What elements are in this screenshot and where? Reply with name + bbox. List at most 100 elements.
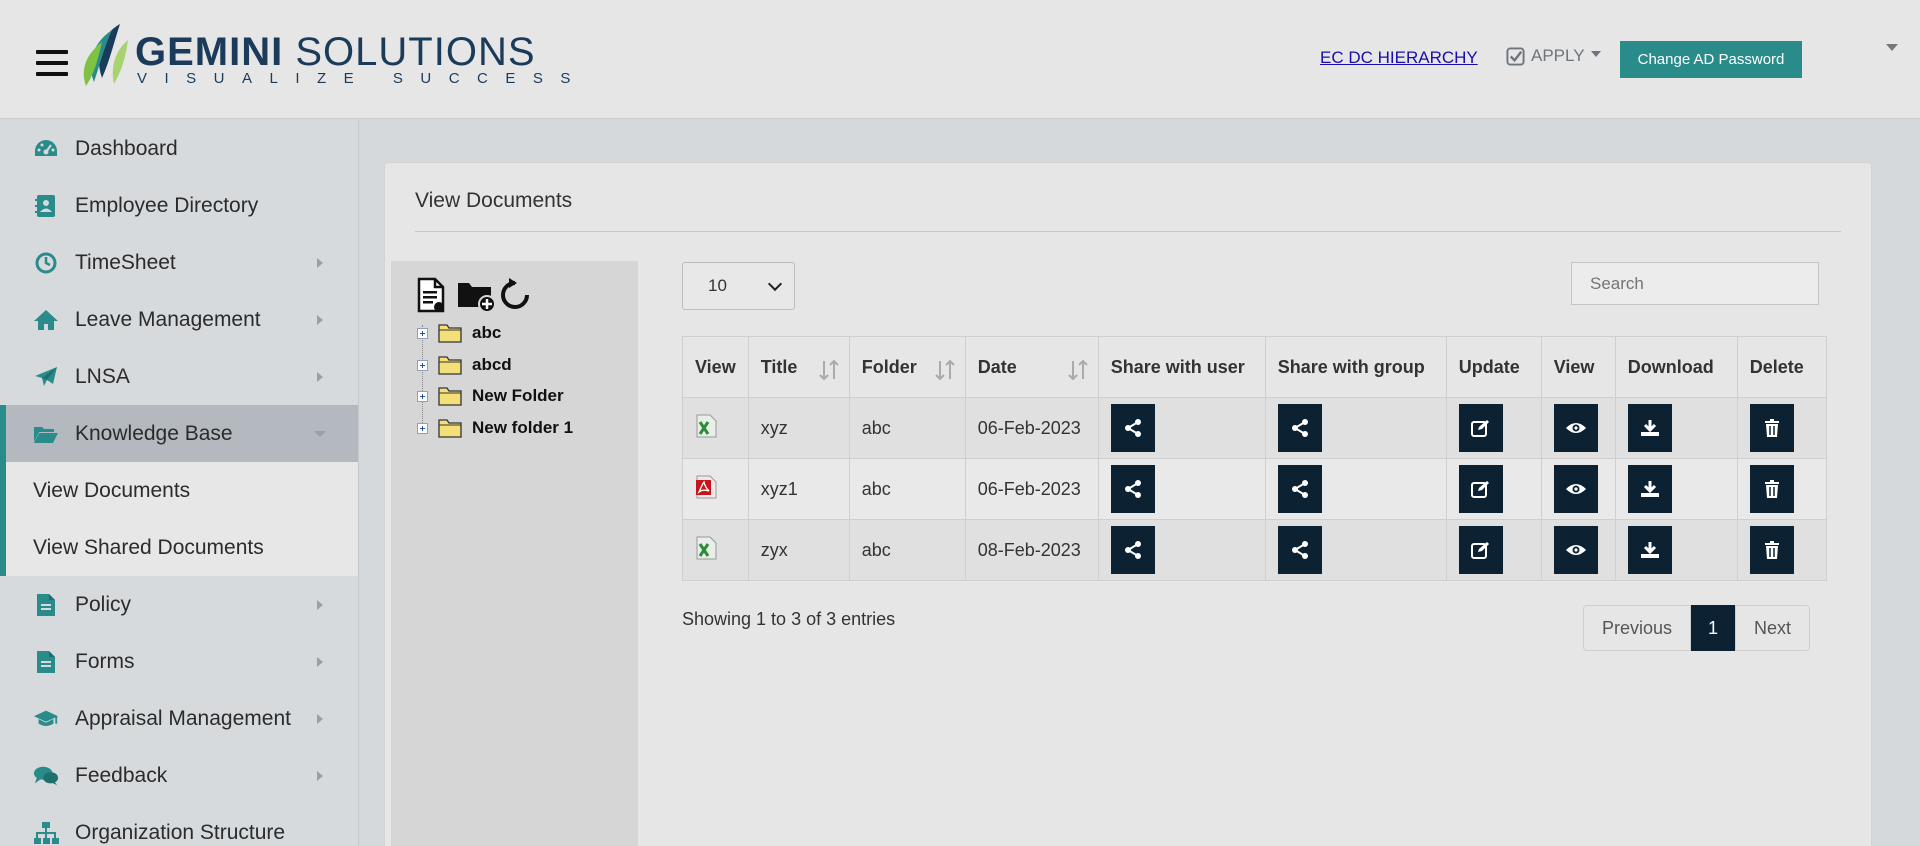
expand-icon[interactable] — [417, 359, 428, 371]
check-square-icon — [1506, 46, 1525, 66]
column-header-title[interactable]: Title — [747, 336, 850, 398]
update-button[interactable] — [1458, 404, 1503, 452]
sidebar-item-label: LNSA — [75, 364, 130, 388]
sidebar-item-lnsa[interactable]: LNSA — [0, 348, 358, 405]
paper-plane-icon — [33, 364, 59, 390]
share-with-group-button[interactable] — [1277, 404, 1322, 452]
folder-open-icon — [33, 421, 59, 447]
sidebar-item-leave-management[interactable]: Leave Management — [0, 291, 358, 348]
sidebar-item-feedback[interactable]: Feedback — [0, 747, 358, 804]
share-with-group-button[interactable] — [1277, 526, 1322, 574]
pdf-file-icon[interactable] — [695, 475, 717, 499]
view-button[interactable] — [1553, 526, 1598, 574]
view-button[interactable] — [1553, 404, 1598, 452]
sitemap-icon — [33, 820, 59, 846]
tree-folder-abcd[interactable]: abcd — [417, 352, 512, 378]
sidebar-item-label: Knowledge Base — [75, 421, 233, 445]
chevron-right-icon — [317, 771, 323, 781]
share-icon — [1291, 419, 1308, 437]
chevron-right-icon — [317, 372, 323, 382]
expand-icon[interactable] — [417, 327, 428, 339]
share-with-user-button[interactable] — [1110, 404, 1155, 452]
ec-dc-hierarchy-link[interactable]: EC DC HIERARCHY — [1320, 48, 1478, 68]
dashboard-icon — [33, 136, 59, 162]
share-with-user-button[interactable] — [1110, 526, 1155, 574]
tree-folder-new-folder[interactable]: New Folder — [417, 383, 564, 409]
tree-folder-abc[interactable]: abc — [417, 320, 501, 346]
row-folder: abc — [848, 397, 966, 459]
download-button[interactable] — [1627, 526, 1672, 574]
sidebar-item-label: Policy — [75, 592, 132, 616]
sidebar-item-policy[interactable]: Policy — [0, 576, 358, 633]
user-menu-caret-icon[interactable] — [1886, 44, 1898, 51]
row-title: xyz — [747, 397, 850, 459]
sidebar-item-knowledge-base[interactable]: Knowledge Base — [0, 405, 358, 462]
share-with-group-button[interactable] — [1277, 465, 1322, 513]
clock-icon — [33, 250, 59, 276]
download-button[interactable] — [1627, 404, 1672, 452]
row-title: zyx — [747, 519, 850, 581]
delete-button[interactable] — [1749, 404, 1794, 452]
sidebar-item-label: Feedback — [75, 763, 168, 787]
share-icon — [1291, 541, 1308, 559]
page-1-button[interactable]: 1 — [1691, 605, 1736, 651]
edit-icon — [1470, 542, 1489, 559]
new-folder-icon[interactable] — [457, 277, 496, 313]
change-ad-password-button[interactable]: Change AD Password — [1620, 41, 1802, 78]
share-with-user-button[interactable] — [1110, 465, 1155, 513]
download-button[interactable] — [1627, 465, 1672, 513]
row-date: 08-Feb-2023 — [964, 519, 1099, 581]
row-date: 06-Feb-2023 — [964, 458, 1099, 520]
search-input[interactable] — [1571, 262, 1819, 305]
logo-tagline: VISUALIZE SUCCESS — [137, 70, 588, 87]
documents-table: View Title Folder Date Share with user S… — [682, 336, 1827, 581]
previous-page-button[interactable]: Previous — [1583, 605, 1692, 651]
company-logo[interactable]: GEMINI SOLUTIONS VISUALIZE SUCCESS — [80, 20, 570, 90]
graduation-cap-icon — [33, 706, 59, 732]
column-header-date[interactable]: Date — [964, 336, 1099, 398]
divider — [415, 231, 1841, 232]
tree-folder-new-folder-1[interactable]: New folder 1 — [417, 415, 573, 441]
sidebar-item-employee-directory[interactable]: Employee Directory — [0, 177, 358, 234]
folder-icon — [438, 387, 462, 406]
page-length-select[interactable]: 10 — [682, 262, 795, 310]
edit-icon — [1470, 420, 1489, 437]
sidebar-item-label: Leave Management — [75, 307, 261, 331]
update-button[interactable] — [1458, 465, 1503, 513]
sidebar-subitem-view-documents[interactable]: View Documents — [0, 462, 358, 519]
delete-button[interactable] — [1749, 526, 1794, 574]
sidebar-item-dashboard[interactable]: Dashboard — [0, 120, 358, 177]
sidebar-item-appraisal-management[interactable]: Appraisal Management — [0, 690, 358, 747]
sidebar-subitem-view-shared-documents[interactable]: View Shared Documents — [0, 519, 358, 576]
row-title: xyz1 — [747, 458, 850, 520]
sidebar-item-timesheet[interactable]: TimeSheet — [0, 234, 358, 291]
column-header-view-action: View — [1540, 336, 1616, 398]
sidebar-item-organization-structure[interactable]: Organization Structure — [0, 804, 358, 846]
leaf-logo-icon — [83, 24, 128, 86]
excel-file-icon[interactable] — [695, 414, 717, 438]
view-button[interactable] — [1553, 465, 1598, 513]
column-header-share-with-group: Share with group — [1264, 336, 1447, 398]
sort-icon — [934, 359, 955, 381]
column-header-view: View — [682, 336, 749, 398]
expand-icon[interactable] — [417, 422, 428, 434]
refresh-icon[interactable] — [497, 277, 533, 313]
column-header-folder[interactable]: Folder — [848, 336, 966, 398]
tree-folder-label: abcd — [472, 355, 512, 374]
excel-file-icon[interactable] — [695, 536, 717, 560]
sidebar-item-label: Dashboard — [75, 136, 178, 160]
sidebar-item-label: Employee Directory — [75, 193, 259, 217]
new-document-icon[interactable] — [417, 277, 453, 313]
apply-dropdown[interactable]: APPLY — [1506, 46, 1601, 66]
next-page-button[interactable]: Next — [1735, 605, 1811, 651]
update-button[interactable] — [1458, 526, 1503, 574]
home-icon — [33, 307, 59, 333]
row-date: 06-Feb-2023 — [964, 397, 1099, 459]
page-length-value: 10 — [708, 276, 727, 295]
hamburger-menu-icon[interactable] — [36, 50, 68, 76]
share-icon — [1124, 480, 1141, 498]
document-icon — [33, 592, 59, 618]
delete-button[interactable] — [1749, 465, 1794, 513]
expand-icon[interactable] — [417, 390, 428, 402]
sidebar-item-forms[interactable]: Forms — [0, 633, 358, 690]
